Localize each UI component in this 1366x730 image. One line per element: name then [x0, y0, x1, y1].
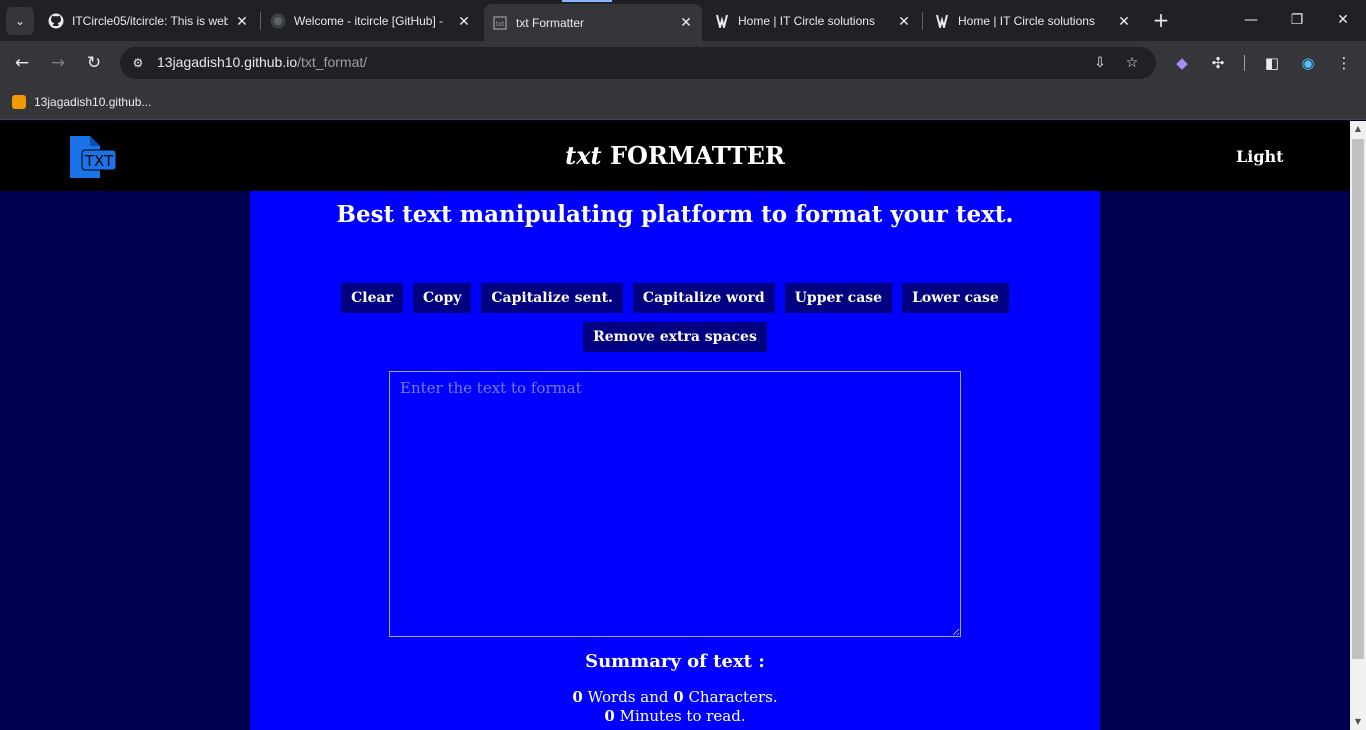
site-brand-title: txt FORMATTER: [0, 141, 1350, 170]
bookmarks-bar: 13jagadish10.github...: [0, 85, 1366, 120]
bookmark-favicon-icon: [12, 95, 26, 109]
new-tab-button[interactable]: +: [1148, 8, 1174, 34]
bookmark-star-icon[interactable]: ☆: [1122, 53, 1142, 73]
side-panel-icon[interactable]: ◧: [1261, 52, 1283, 74]
github-icon: [48, 13, 64, 29]
close-icon[interactable]: ✕: [1116, 13, 1132, 30]
txt-icon: txt: [492, 15, 508, 31]
tab-title: Welcome - itcircle [GitHub] -: [294, 14, 444, 28]
word-char-count: 0 Words and 0 Characters.: [250, 688, 1100, 706]
brand-italic: txt: [565, 141, 602, 170]
capitalize-sentence-button[interactable]: Capitalize sent.: [481, 283, 623, 313]
tab-divider: [922, 12, 923, 30]
tab-itcircle-welcome[interactable]: Welcome - itcircle [GitHub] - ✕: [262, 5, 480, 37]
lower-case-button[interactable]: Lower case: [902, 283, 1009, 313]
loading-indicator: [562, 0, 612, 2]
minimize-button[interactable]: —: [1228, 6, 1274, 34]
scroll-up-arrow-icon[interactable]: ▲: [1350, 121, 1366, 137]
remove-extra-spaces-button[interactable]: Remove extra spaces: [583, 322, 767, 352]
chars-label: Characters.: [683, 688, 778, 706]
scroll-thumb[interactable]: [1352, 139, 1364, 659]
svg-text:txt: txt: [496, 21, 505, 28]
window-close-button[interactable]: ✕: [1320, 6, 1366, 34]
extensions-puzzle-icon[interactable]: ✣: [1207, 52, 1229, 74]
close-icon[interactable]: ✕: [234, 13, 250, 30]
install-app-icon[interactable]: ⇩: [1090, 53, 1110, 73]
tab-title: Home | IT Circle solutions: [958, 14, 1095, 28]
main-panel: Best text manipulating platform to forma…: [250, 191, 1100, 730]
text-input[interactable]: [389, 371, 961, 637]
minutes-label: Minutes to read.: [614, 707, 746, 725]
browser-toolbar: ← → ↻ ⚙ 13jagadish10.github.io/txt_forma…: [0, 41, 1366, 85]
url-path: /txt_format/: [297, 54, 368, 70]
tab-itcircle-home-2[interactable]: Home | IT Circle solutions ✕: [926, 5, 1140, 37]
bookmark-item[interactable]: 13jagadish10.github...: [12, 92, 151, 112]
back-button[interactable]: ←: [8, 49, 36, 77]
tab-title: ITCircle05/itcircle: This is web: [72, 14, 228, 28]
tab-itcircle-repo[interactable]: ITCircle05/itcircle: This is web ✕: [40, 5, 258, 37]
itcircle-icon: [714, 13, 730, 29]
forward-button[interactable]: →: [44, 49, 72, 77]
tab-strip: ⌄ ITCircle05/itcircle: This is web ✕ Wel…: [0, 0, 1366, 41]
menu-kebab-icon[interactable]: ⋮: [1333, 52, 1355, 74]
url-host: 13jagadish10.github.io: [157, 54, 298, 70]
itcircle-icon: [934, 13, 950, 29]
bookmark-label: 13jagadish10.github...: [34, 95, 152, 109]
word-count: 0: [572, 688, 583, 706]
tab-divider: [260, 12, 261, 30]
upper-case-button[interactable]: Upper case: [784, 283, 893, 313]
restore-button[interactable]: ❐: [1274, 6, 1320, 34]
tab-title: Home | IT Circle solutions: [738, 14, 875, 28]
summary-title: Summary of text :: [585, 651, 765, 672]
theme-toggle-link[interactable]: Light: [1236, 147, 1284, 166]
github-icon: [270, 13, 286, 29]
tab-itcircle-home-1[interactable]: Home | IT Circle solutions ✕: [706, 5, 920, 37]
action-buttons-row-1: Clear Copy Capitalize sent. Capitalize w…: [250, 283, 1100, 313]
scroll-down-arrow-icon[interactable]: ▼: [1350, 714, 1366, 730]
tab-txt-formatter[interactable]: txt txt Formatter ✕: [484, 4, 702, 41]
close-icon[interactable]: ✕: [896, 13, 912, 30]
tab-title: txt Formatter: [516, 15, 585, 30]
toolbar-divider: [1244, 55, 1245, 71]
reload-button[interactable]: ↻: [80, 49, 108, 77]
url-text[interactable]: 13jagadish10.github.io/txt_format/: [157, 54, 367, 70]
capitalize-word-button[interactable]: Capitalize word: [632, 283, 775, 313]
close-icon[interactable]: ✕: [456, 13, 472, 30]
address-bar[interactable]: ⚙ 13jagadish10.github.io/txt_format/ ⇩ ☆: [120, 47, 1156, 79]
site-info-icon[interactable]: ⚙: [128, 53, 148, 73]
page-viewport: TXT txt FORMATTER Light Best text manipu…: [0, 121, 1350, 730]
clear-button[interactable]: Clear: [341, 283, 403, 313]
site-navbar: TXT txt FORMATTER Light: [0, 121, 1350, 191]
extension-drop-icon[interactable]: ◆: [1171, 52, 1193, 74]
read-time: 0 Minutes to read.: [250, 707, 1100, 725]
words-label: Words and: [582, 688, 674, 706]
action-buttons-row-2: Remove extra spaces: [250, 322, 1100, 352]
minutes-count: 0: [604, 707, 615, 725]
page-scrollbar[interactable]: ▲ ▼: [1350, 121, 1366, 730]
close-icon[interactable]: ✕: [678, 14, 694, 31]
tab-search-button[interactable]: ⌄: [6, 7, 34, 35]
profile-avatar-icon[interactable]: ◉: [1297, 52, 1319, 74]
copy-button[interactable]: Copy: [412, 283, 472, 313]
char-count: 0: [673, 688, 684, 706]
brand-rest: FORMATTER: [601, 141, 785, 170]
page-headline: Best text manipulating platform to forma…: [336, 201, 1014, 228]
